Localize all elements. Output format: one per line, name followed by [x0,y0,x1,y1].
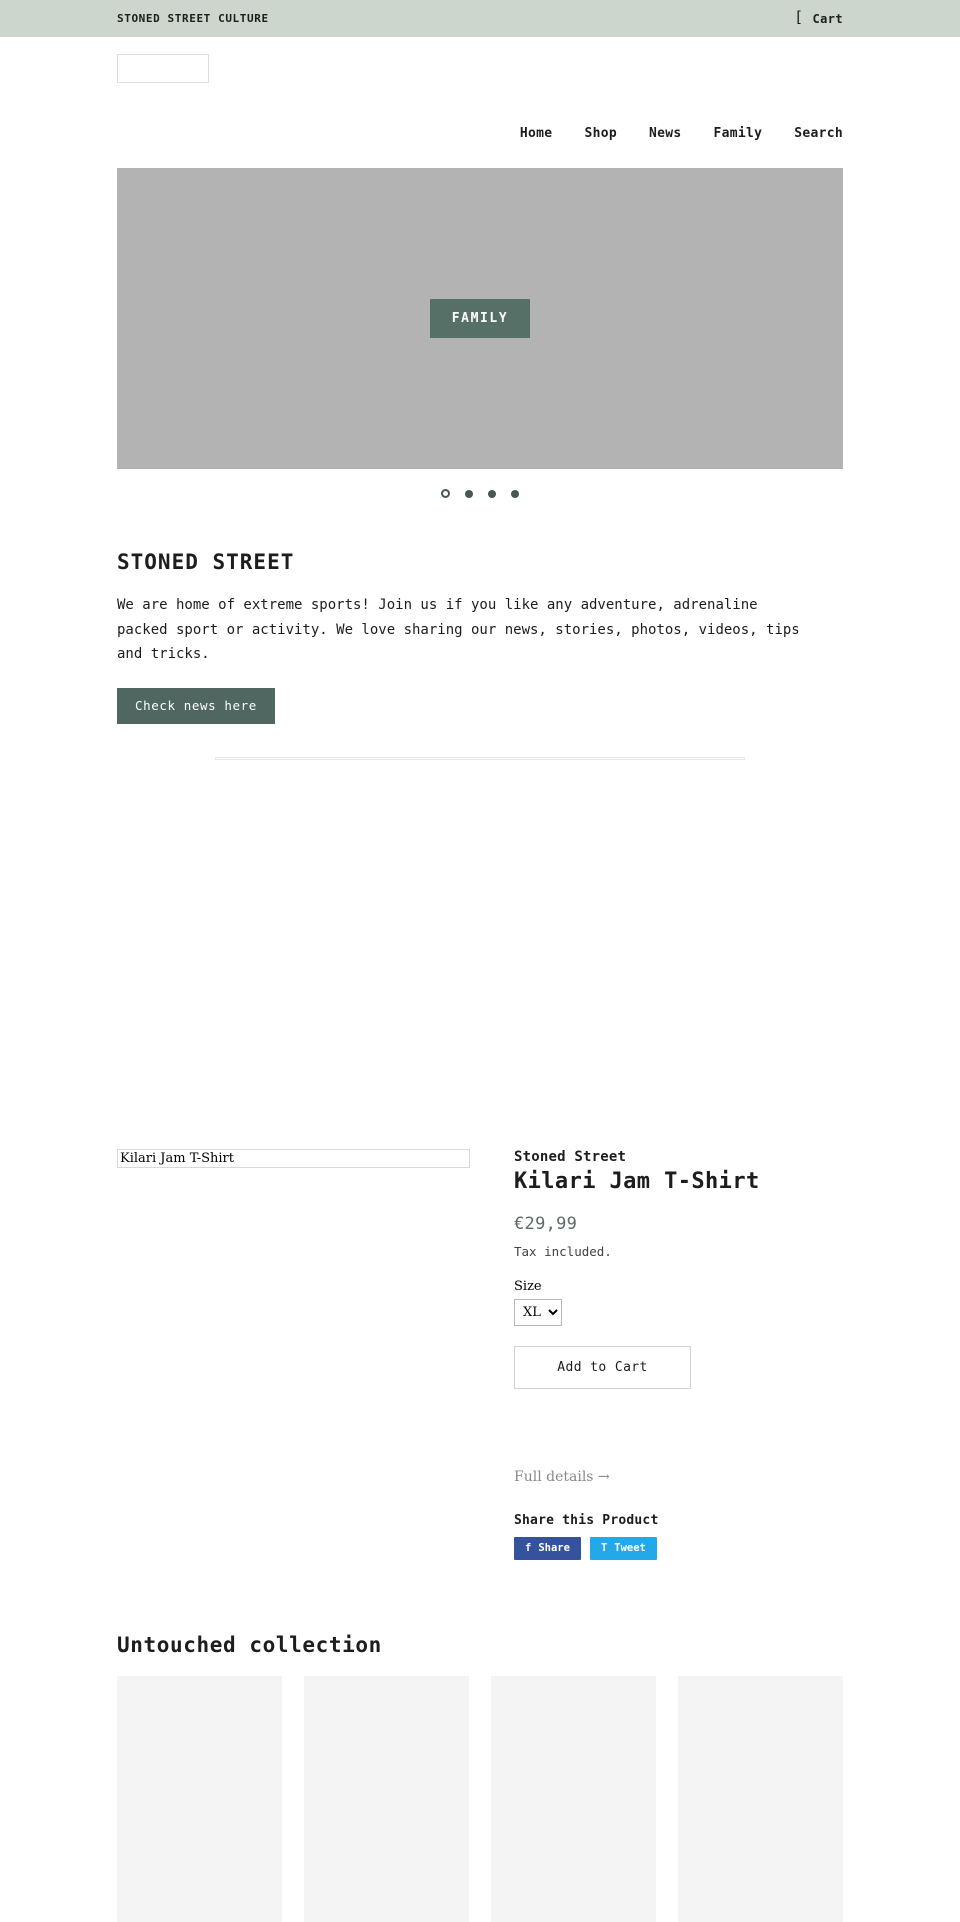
collection-card-3[interactable] [491,1676,656,1922]
add-to-cart-button[interactable]: Add to Cart [514,1346,691,1389]
shopping-cart-icon: [ [794,8,804,26]
size-label: Size [514,1279,542,1294]
tax-note: Tax included. [514,1244,612,1259]
hero-section: FAMILY [0,168,960,500]
full-details-link[interactable]: Full details → [514,1469,610,1485]
section-divider-wrap [0,724,960,760]
section-divider [215,757,745,760]
richtext-body: We are home of extreme sports! Join us i… [117,597,800,662]
announcement-bar: STONED STREET CULTURE [ Cart [0,0,960,37]
hero-dot-2[interactable] [465,489,473,498]
size-select[interactable]: XL [514,1299,562,1326]
twitter-share-button[interactable]: T Tweet [589,1537,657,1560]
collection-card-2[interactable] [304,1676,469,1922]
site-logo-link[interactable] [117,54,843,83]
collection-section: Untouched collection [0,1560,960,1922]
twitter-icon: T [600,1542,608,1554]
collection-heading: Untouched collection [117,1633,382,1657]
featured-product-section: Kilari Jam T-Shirt Stoned Street Kilari … [0,760,960,1560]
page-root: STONED STREET CULTURE [ Cart Home Shop N… [0,0,960,1922]
site-header: Home Shop News Family Search [0,37,960,168]
hero-slide: FAMILY [117,168,843,469]
collection-grid [117,1676,843,1922]
product-title: Kilari Jam T-Shirt [514,1169,760,1194]
hero-dot-1[interactable] [441,489,450,498]
hero-pagination [117,469,843,500]
featured-product-media: Kilari Jam T-Shirt [117,1149,472,1560]
collection-card-1[interactable] [117,1676,282,1922]
cart-label: Cart [812,11,843,26]
facebook-icon: f [525,1542,532,1554]
hero-cta-button[interactable]: FAMILY [429,299,531,338]
announcement-right: [ Cart [794,8,843,26]
nav-item-family[interactable]: Family [697,126,778,141]
richtext-heading: STONED STREET [117,550,295,574]
share-buttons: f Share T Tweet [514,1537,843,1560]
main-navigation: Home Shop News Family Search [504,126,843,141]
richtext-section: STONED STREET We are home of extreme spo… [0,500,960,724]
product-vendor: Stoned Street [514,1149,627,1165]
share-heading: Share this Product [514,1513,659,1528]
check-news-button[interactable]: Check news here [117,687,275,724]
twitter-share-label: Tweet [614,1542,646,1554]
featured-product-info: Stoned Street Kilari Jam T-Shirt €29,99 … [472,1149,843,1560]
featured-product-image[interactable]: Kilari Jam T-Shirt [117,1149,470,1168]
announcement-text: STONED STREET CULTURE [117,12,269,25]
hero-dot-4[interactable] [511,489,519,498]
facebook-share-label: Share [538,1542,570,1554]
nav-item-search[interactable]: Search [778,126,843,141]
nav-item-shop[interactable]: Shop [568,126,633,141]
nav-item-home[interactable]: Home [504,126,569,141]
collection-card-4[interactable] [678,1676,843,1922]
site-logo-image [117,54,209,83]
hero-dot-3[interactable] [488,489,496,498]
facebook-share-button[interactable]: f Share [514,1537,581,1560]
nav-item-news[interactable]: News [633,126,698,141]
product-price: €29,99 [514,1214,578,1234]
cart-link[interactable]: [ Cart [794,8,843,26]
